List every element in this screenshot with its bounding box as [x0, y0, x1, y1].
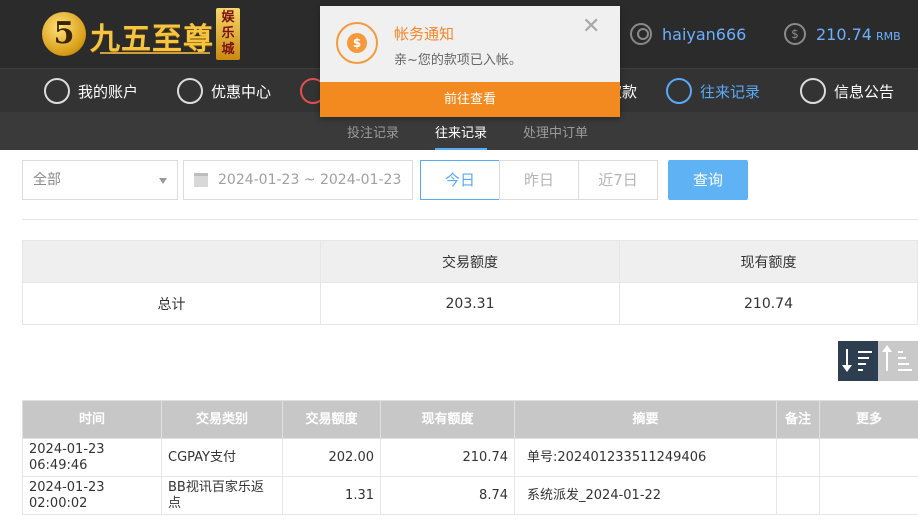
nav-label: 信息公告 — [834, 82, 895, 101]
cell-time: 2024-01-23 06:49:46 — [22, 438, 162, 477]
balance-amount: 210.74 — [816, 24, 872, 44]
cell-summary: 单号:202401233511249406 — [514, 438, 777, 477]
logo-emblem: 5 — [42, 12, 86, 56]
view-now-button[interactable]: 前往查看 — [320, 82, 620, 117]
sort-bars-icon — [858, 351, 872, 375]
summary-total-label: 总计 — [22, 282, 321, 325]
notification-symbol: $ — [347, 33, 367, 53]
col-time[interactable]: 时间 — [22, 400, 162, 439]
cell-balance: 8.74 — [380, 476, 515, 515]
sort-descending-button[interactable] — [838, 341, 878, 381]
sort-bars-icon — [898, 351, 912, 375]
cell-time: 2024-01-23 02:00:02 — [22, 476, 162, 515]
user-icon — [44, 78, 70, 104]
nav-label: 我的账户 — [78, 82, 139, 101]
summary-row: 总计 203.31 210.74 — [22, 282, 918, 325]
notification-message: 亲~您的款项已入帐。 — [394, 53, 522, 68]
notification-title: 帐务通知 — [394, 25, 455, 43]
cell-type: BB视讯百家乐返点 — [161, 476, 283, 515]
nav-label: 往来记录 — [700, 82, 761, 101]
cell-amount: 202.00 — [282, 438, 381, 477]
nav-my-account[interactable]: 我的账户 — [44, 77, 138, 105]
col-amount[interactable]: 交易额度 — [282, 400, 381, 439]
quick-7days-button[interactable]: 近7日 — [578, 160, 658, 200]
cell-more[interactable] — [819, 476, 918, 515]
records-header-row: 时间 交易类别 交易额度 现有额度 摘要 备注 更多 — [22, 400, 918, 439]
col-summary[interactable]: 摘要 — [514, 400, 777, 439]
cell-amount: 1.31 — [282, 476, 381, 515]
tab-pending-orders[interactable]: 处理中订单 — [523, 122, 588, 141]
cell-note — [776, 476, 820, 515]
cell-more[interactable] — [819, 438, 918, 477]
col-type[interactable]: 交易类别 — [161, 400, 283, 439]
user-account[interactable]: haiyan666 — [630, 20, 746, 48]
records-icon — [666, 78, 692, 104]
notification-popup: $ 帐务通知 亲~您的款项已入帐。 ✕ 前往查看 — [320, 6, 620, 117]
summary-header-blank — [22, 240, 321, 283]
divider — [22, 219, 918, 220]
col-note[interactable]: 备注 — [776, 400, 820, 439]
username[interactable]: haiyan666 — [662, 25, 746, 44]
site-logo[interactable]: 5 九五至尊 娱乐城 — [40, 6, 245, 62]
summary-header-row: 交易额度 现有额度 — [22, 240, 918, 283]
dollar-coin-icon: $ — [784, 23, 806, 45]
table-row[interactable]: 2024-01-23 02:00:02 BB视讯百家乐返点 1.31 8.74 … — [22, 476, 918, 515]
bell-icon — [800, 78, 826, 104]
quick-today-button[interactable]: 今日 — [420, 160, 500, 200]
date-range-input[interactable]: 2024-01-23 ~ 2024-01-23 — [183, 160, 413, 200]
summary-header-transaction: 交易额度 — [320, 240, 620, 283]
user-icon — [630, 23, 652, 45]
sort-asc-icon — [882, 345, 892, 371]
table-row[interactable]: 2024-01-23 06:49:46 CGPAY支付 202.00 210.7… — [22, 438, 918, 477]
summary-current-balance: 210.74 — [619, 282, 918, 325]
quick-yesterday-button[interactable]: 昨日 — [499, 160, 579, 200]
sort-ascending-button[interactable] — [878, 341, 918, 381]
sub-nav: 投注记录 往来记录 处理中订单 — [0, 112, 918, 150]
cell-summary: 系统派发_2024-01-22 — [514, 476, 777, 515]
currency-label: RMB — [875, 29, 901, 43]
nav-label: 优惠中心 — [211, 82, 272, 101]
category-select[interactable]: 全部 — [22, 160, 178, 200]
category-value: 全部 — [33, 172, 61, 188]
nav-promotions[interactable]: 优惠中心 — [177, 77, 271, 105]
records-table: 时间 交易类别 交易额度 现有额度 摘要 备注 更多 2024-01-23 06… — [22, 400, 918, 515]
gift-icon — [177, 78, 203, 104]
cell-balance: 210.74 — [380, 438, 515, 477]
money-bag-icon: $ — [336, 22, 378, 64]
tab-transaction-records[interactable]: 往来记录 — [435, 122, 488, 150]
summary-transaction-total: 203.31 — [320, 282, 620, 325]
chevron-down-icon — [159, 178, 167, 184]
date-range-value: 2024-01-23 ~ 2024-01-23 — [218, 172, 402, 188]
cell-type: CGPAY支付 — [161, 438, 283, 477]
nav-announcements[interactable]: 信息公告 — [800, 77, 894, 105]
nav-records[interactable]: 往来记录 — [666, 77, 760, 105]
calendar-icon — [194, 173, 208, 187]
col-more[interactable]: 更多 — [819, 400, 918, 439]
sort-desc-icon — [842, 349, 852, 372]
summary-header-balance: 现有额度 — [619, 240, 918, 283]
col-balance[interactable]: 现有额度 — [380, 400, 515, 439]
cell-note — [776, 438, 820, 477]
logo-ornament — [100, 52, 210, 54]
tab-bet-records[interactable]: 投注记录 — [347, 122, 399, 141]
query-button[interactable]: 查询 — [668, 160, 748, 200]
logo-subtitle: 娱乐城 — [216, 8, 240, 60]
wallet-balance[interactable]: $ 210.74 RMB — [784, 20, 901, 48]
summary-table: 交易额度 现有额度 总计 203.31 210.74 — [22, 240, 918, 325]
close-icon[interactable]: ✕ — [582, 16, 600, 38]
